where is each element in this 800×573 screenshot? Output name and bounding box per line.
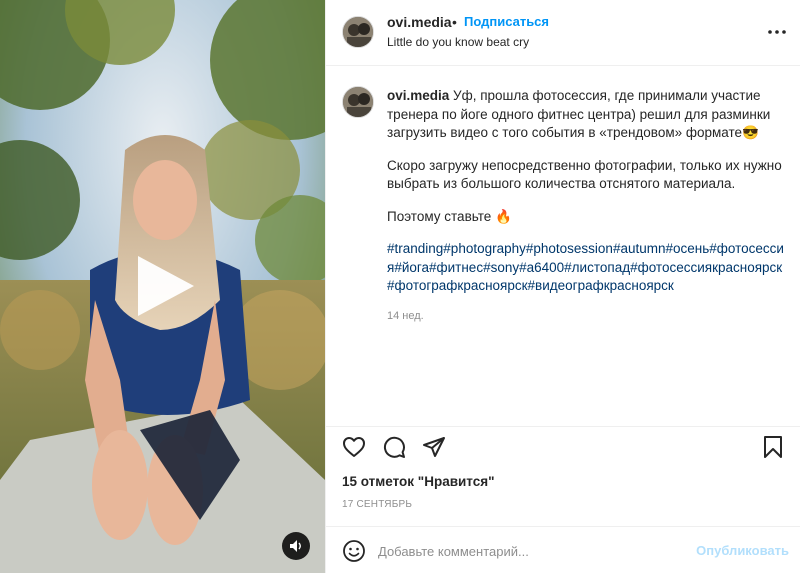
video-player[interactable] (0, 0, 325, 573)
more-horizontal-icon (768, 30, 786, 34)
avatar[interactable] (342, 86, 374, 118)
hashtag-link[interactable]: #sony (483, 260, 519, 275)
comment-input[interactable] (378, 541, 678, 561)
emoji-button[interactable] (342, 539, 366, 563)
caption-username[interactable]: ovi.media (387, 88, 449, 103)
post-header: ovi.media • Подписаться Little do you kn… (326, 0, 800, 66)
avatar-image (343, 17, 373, 47)
hashtag-link[interactable]: #a6400 (519, 260, 564, 275)
action-bar (326, 426, 800, 466)
separator-dot: • (452, 14, 457, 30)
share-button[interactable] (422, 435, 446, 459)
likes-count[interactable]: 15 отметок "Нравится" (342, 474, 495, 489)
hashtag-link[interactable]: #фотосессиякрасноярск (630, 260, 782, 275)
comment-button[interactable] (382, 435, 406, 459)
caption-paragraph-3: Поэтому ставьте 🔥 (387, 208, 512, 224)
post-dialog: ovi.media • Подписаться Little do you kn… (0, 0, 800, 573)
hashtag-list: #tranding#photography#photosession#autum… (387, 240, 789, 296)
post-info-panel: ovi.media • Подписаться Little do you kn… (325, 0, 800, 573)
hashtag-link[interactable]: #autumn (613, 241, 666, 256)
comment-icon (383, 436, 405, 458)
heart-icon (343, 437, 365, 457)
username-link[interactable]: ovi.media (387, 14, 452, 30)
caption-section: ovi.media Уф, прошла фотосессия, где при… (326, 66, 800, 426)
avatar-image (343, 87, 373, 117)
hashtag-link[interactable]: #йога (394, 260, 429, 275)
smiley-icon (343, 540, 365, 562)
hashtag-link[interactable]: #фотографкрасноярск (387, 278, 528, 293)
post-age[interactable]: 14 нед. (387, 310, 424, 322)
hashtag-link[interactable]: #видеографкрасноярск (528, 278, 674, 293)
hashtag-link[interactable]: #листопад (564, 260, 630, 275)
more-options-button[interactable] (765, 22, 789, 42)
caption-paragraph-2: Скоро загружу непосредственно фотографии… (387, 157, 782, 192)
publish-button[interactable]: Опубликовать (696, 543, 789, 558)
audio-subtitle[interactable]: Little do you know beat cry (387, 35, 529, 49)
play-icon (138, 256, 194, 316)
hashtag-link[interactable]: #фитнес (429, 260, 483, 275)
hashtag-link[interactable]: #осень (666, 241, 710, 256)
post-date: 17 СЕНТЯБРЬ (342, 499, 413, 510)
sound-toggle-button[interactable] (282, 532, 310, 560)
like-button[interactable] (342, 435, 366, 459)
share-icon (423, 437, 445, 457)
save-button[interactable] (761, 435, 785, 459)
speaker-icon (290, 540, 301, 552)
follow-button[interactable]: Подписаться (464, 14, 549, 29)
avatar[interactable] (342, 16, 374, 48)
comment-form: Опубликовать (326, 526, 800, 573)
hashtag-link[interactable]: #tranding (387, 241, 443, 256)
play-button[interactable] (132, 254, 196, 318)
caption-text: ovi.media Уф, прошла фотосессия, где при… (387, 87, 789, 296)
bookmark-icon (764, 436, 782, 458)
hashtag-link[interactable]: #photography (443, 241, 526, 256)
hashtag-link[interactable]: #photosession (526, 241, 613, 256)
